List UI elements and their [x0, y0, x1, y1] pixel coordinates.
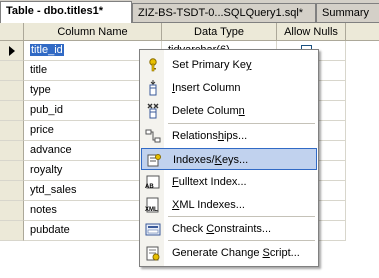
tab-sql-query[interactable]: ZIZ-BS-TSDT-0...SQLQuery1.sql*	[132, 3, 316, 22]
column-name-text: title_id	[30, 44, 64, 56]
menu-label-part: F	[172, 176, 179, 188]
column-name-text: advance	[30, 144, 72, 156]
menu-label-part: Generate Change	[172, 247, 263, 259]
menu-label-part: Indexes/	[173, 154, 215, 166]
xml-indexes-icon: XML	[145, 197, 161, 213]
insert-column-icon	[145, 80, 161, 96]
menu-label-part: ML Indexes...	[179, 199, 245, 211]
menu-item-check-constraints[interactable]: Check Constraints...	[141, 218, 317, 240]
column-name-text: title	[30, 64, 48, 76]
menu-label-part: y	[245, 59, 252, 71]
allow-nulls-header[interactable]: Allow Nulls	[277, 23, 346, 41]
menu-item-label: XML Indexes...	[172, 194, 245, 216]
document-tab-strip: Table - dbo.titles1* ZIZ-BS-TSDT-0...SQL…	[0, 0, 379, 23]
relationships-icon	[145, 128, 161, 144]
menu-item-xml-indexes[interactable]: XML XML Indexes...	[141, 194, 317, 216]
menu-label-part: onstraints...	[214, 223, 272, 235]
menu-item-indexes-keys[interactable]: Indexes/Keys...	[141, 148, 317, 170]
menu-label-part: Delete Colum	[172, 105, 239, 117]
menu-item-fulltext-index[interactable]: AB Fulltext Index...	[141, 171, 317, 193]
column-name-text: price	[30, 124, 54, 136]
menu-separator	[168, 216, 315, 217]
icon-badge-text: AB	[145, 184, 154, 190]
menu-separator	[168, 240, 315, 241]
check-constraints-icon	[145, 221, 161, 237]
menu-item-label: Generate Change Script...	[172, 242, 300, 264]
generate-script-icon	[145, 245, 161, 261]
indexes-keys-icon	[146, 152, 162, 168]
header-filler	[346, 23, 379, 41]
menu-separator	[168, 123, 315, 124]
row-selector[interactable]	[0, 201, 24, 221]
menu-label-part: S	[262, 247, 270, 259]
column-name-text: pubdate	[30, 224, 70, 236]
current-row-arrow-icon	[9, 46, 15, 56]
menu-item-label: Check Constraints...	[172, 218, 271, 240]
menu-item-insert-column[interactable]: Insert Column	[141, 77, 317, 99]
context-menu: Set Primary Key Insert Column Delete Colum…	[139, 49, 319, 267]
row-selector-header	[0, 23, 24, 41]
tab-table-titles[interactable]: Table - dbo.titles1*	[0, 1, 132, 23]
menu-item-label: Insert Column	[172, 77, 240, 99]
menu-item-generate-script[interactable]: Generate Change Script...	[141, 242, 317, 264]
menu-label-part: K	[214, 154, 222, 166]
menu-label-part: Check	[172, 223, 207, 235]
row-selector[interactable]	[0, 221, 24, 241]
menu-item-label: Delete Column	[172, 100, 245, 122]
column-name-text: ytd_sales	[30, 184, 77, 196]
row-selector[interactable]	[0, 161, 24, 181]
tab-summary[interactable]: Summary	[316, 3, 379, 22]
row-selector[interactable]	[0, 121, 24, 141]
menu-label-part: ips...	[223, 130, 248, 142]
row-selector[interactable]	[0, 141, 24, 161]
column-name-text: type	[30, 84, 51, 96]
menu-label-part: Relations	[172, 130, 218, 142]
menu-item-label: Relationships...	[172, 125, 247, 147]
column-name-header[interactable]: Column Name	[24, 23, 162, 41]
icon-badge-text: XML	[145, 207, 158, 213]
row-selector[interactable]	[0, 181, 24, 201]
menu-label-part: ulltext Index...	[178, 176, 247, 188]
menu-label-part: eys...	[221, 154, 249, 166]
row-selector[interactable]	[0, 41, 24, 61]
row-selector[interactable]	[0, 101, 24, 121]
menu-item-relationships[interactable]: Relationships...	[141, 125, 317, 147]
column-name-text: notes	[30, 204, 57, 216]
menu-item-delete-column[interactable]: Delete Column	[141, 100, 317, 122]
data-type-header[interactable]: Data Type	[162, 23, 277, 41]
fulltext-index-icon: AB	[145, 174, 161, 190]
delete-column-icon	[145, 103, 161, 119]
column-name-text: royalty	[30, 164, 63, 176]
menu-label-part: C	[206, 223, 215, 235]
menu-label-part: Set Primary Ke	[172, 59, 246, 71]
menu-item-label: Indexes/Keys...	[173, 149, 248, 171]
menu-item-key[interactable]: Set Primary Key	[141, 54, 317, 76]
menu-label-part: nsert Column	[175, 82, 241, 94]
key-icon	[145, 57, 161, 73]
row-selector[interactable]	[0, 81, 24, 101]
menu-label-part: cript...	[269, 247, 300, 259]
menu-item-label: Set Primary Key	[172, 54, 251, 76]
menu-item-label: Fulltext Index...	[172, 171, 247, 193]
column-name-text: pub_id	[30, 104, 64, 116]
menu-label-part: n	[238, 105, 245, 117]
row-selector[interactable]	[0, 61, 24, 81]
